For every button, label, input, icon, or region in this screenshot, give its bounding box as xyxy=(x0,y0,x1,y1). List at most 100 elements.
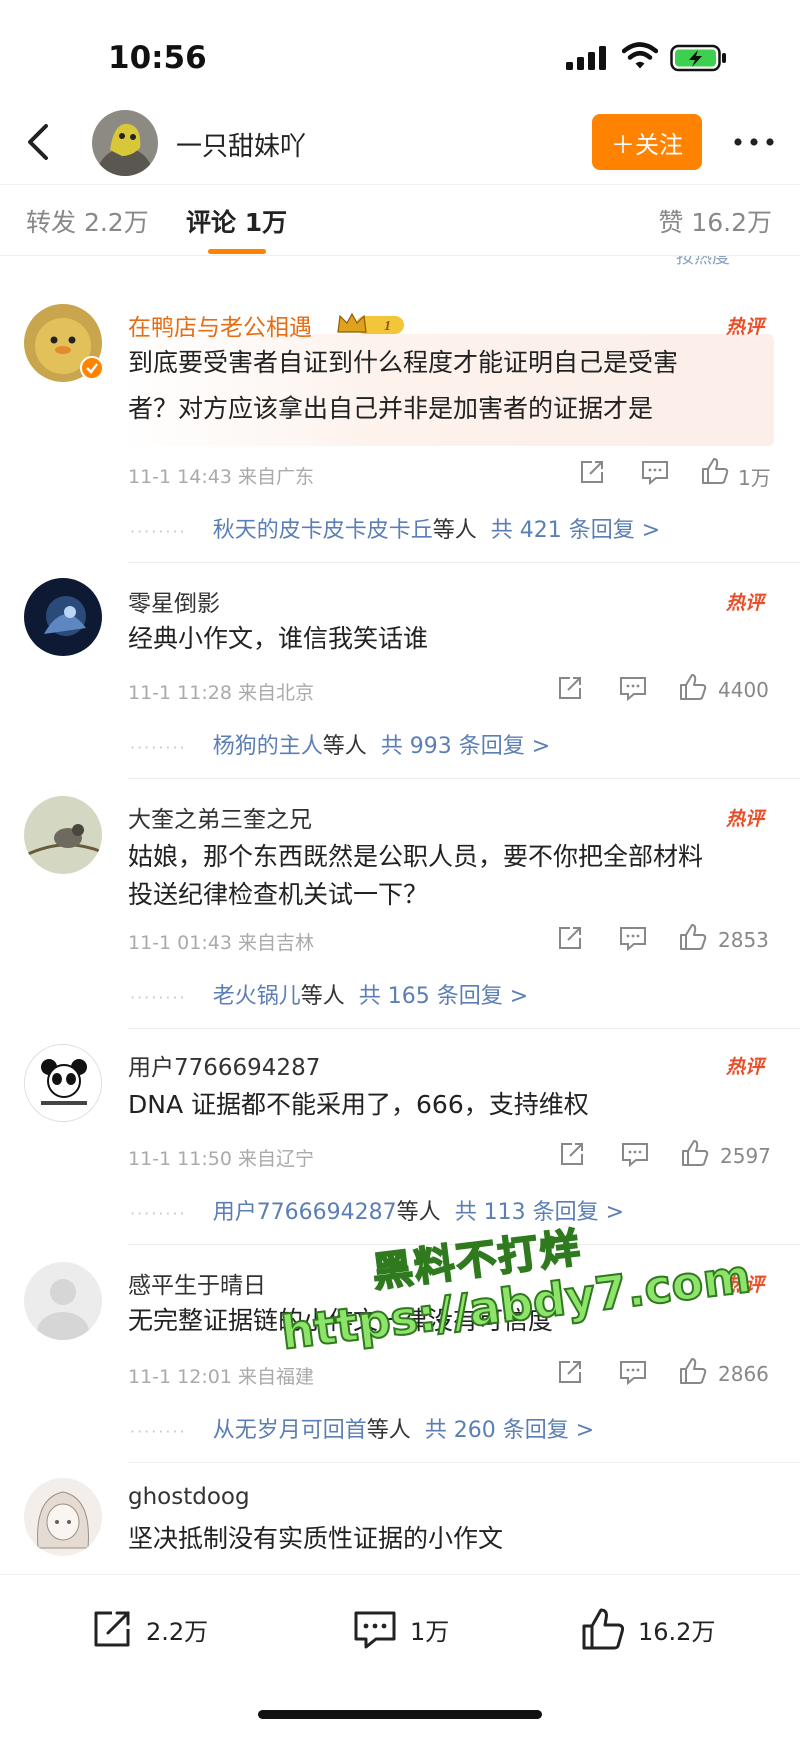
reply-user: 用户7766694287 xyxy=(212,1200,397,1225)
tab-like[interactable]: 赞 16.2万 xyxy=(658,203,772,239)
commenter-name[interactable]: 感平生于晴日 xyxy=(128,1266,266,1300)
comment-text-line: 经典小作文，谁信我笑话谁 xyxy=(128,624,429,653)
repost-icon xyxy=(94,1611,130,1647)
reply-icon[interactable] xyxy=(620,1140,650,1168)
back-arrow-icon[interactable] xyxy=(18,118,58,166)
share-icon[interactable] xyxy=(556,674,584,702)
comment-divider xyxy=(128,778,800,779)
tab-comment[interactable]: 评论 1万 xyxy=(186,203,287,239)
comment-icon xyxy=(354,1611,396,1649)
commenter-avatar[interactable] xyxy=(24,1044,102,1122)
comment-divider xyxy=(128,1244,800,1245)
like-icon[interactable] xyxy=(700,456,730,486)
share-icon[interactable] xyxy=(556,1358,584,1386)
reply-count: 共 260 条回复 > xyxy=(424,1418,595,1443)
battery-charging-icon xyxy=(670,44,726,72)
like-count: 1万 xyxy=(738,466,771,490)
home-indicator[interactable] xyxy=(258,1710,542,1719)
comment-meta: 11-1 11:28 来自北京 xyxy=(128,682,314,704)
commenter-name[interactable]: 用户7766694287 xyxy=(128,1048,320,1082)
comment-divider xyxy=(128,562,800,563)
hot-comment-tag: 热评 xyxy=(726,592,765,614)
view-replies-link[interactable]: ········ 从无岁月可回首等人 共 260 条回复 > xyxy=(130,1412,594,1444)
reply-icon[interactable] xyxy=(618,674,648,702)
reply-icon[interactable] xyxy=(640,458,670,486)
reply-suffix: 等人 xyxy=(432,518,477,543)
like-icon[interactable] xyxy=(680,1138,710,1168)
comment-text-line: 无完整证据链的小作文一律没有可信度 xyxy=(128,1306,554,1335)
reply-suffix: 等人 xyxy=(366,1418,411,1443)
reply-icon[interactable] xyxy=(618,924,648,952)
comment-meta: 11-1 01:43 来自吉林 xyxy=(128,932,314,954)
reply-count: 共 165 条回复 > xyxy=(358,984,529,1009)
comment-text-line: 者？对方应该拿出自己并非是加害者的证据才是 xyxy=(128,394,654,423)
reply-count: 共 993 条回复 > xyxy=(380,734,551,759)
hot-comment-tag: 热评 xyxy=(726,316,765,338)
commenter-name[interactable]: 在鸭店与老公相遇 xyxy=(128,308,312,342)
like-count: 2597 xyxy=(720,1144,771,1168)
interaction-tabs: 转发 2.2万 评论 1万 赞 16.2万 xyxy=(0,184,800,256)
more-options-icon[interactable] xyxy=(730,122,778,162)
commenter-name[interactable]: 大奎之弟三奎之兄 xyxy=(128,800,312,834)
watermark-overlay: 黑料不打烊 https://abdy7.com xyxy=(272,1200,754,1381)
comment-text-line: 投送纪律检查机关试一下？ xyxy=(128,880,429,909)
reply-icon[interactable] xyxy=(618,1358,648,1386)
comment-count: 1万 xyxy=(410,1617,450,1646)
like-count: 16.2万 xyxy=(638,1617,716,1646)
share-icon[interactable] xyxy=(558,1140,586,1168)
commenter-avatar[interactable] xyxy=(24,1262,102,1340)
hot-comment-tag: 热评 xyxy=(726,1274,765,1296)
reply-count: 共 421 条回复 > xyxy=(490,518,661,543)
cellular-signal-icon xyxy=(566,46,606,70)
reply-suffix: 等人 xyxy=(300,984,345,1009)
comment-text-line: DNA 证据都不能采用了，666，支持维权 xyxy=(128,1090,589,1119)
tab-repost[interactable]: 转发 2.2万 xyxy=(26,203,149,239)
sort-by-hot-link[interactable]: 按热度 xyxy=(676,256,730,268)
like-icon[interactable] xyxy=(678,672,708,702)
like-button[interactable]: 16.2万 xyxy=(580,1605,715,1653)
follow-button[interactable]: ＋关注 xyxy=(592,114,702,170)
comment-divider xyxy=(128,1028,800,1029)
active-tab-indicator xyxy=(208,249,266,254)
commenter-avatar[interactable] xyxy=(24,1478,102,1556)
hot-comment-tag: 热评 xyxy=(726,1056,765,1078)
reply-count: 共 113 条回复 > xyxy=(454,1200,625,1225)
comment-button[interactable]: 1万 xyxy=(352,1605,449,1653)
reply-suffix: 等人 xyxy=(322,734,367,759)
commenter-name[interactable]: 零星倒影 xyxy=(128,584,220,618)
commenter-name[interactable]: ghostdoog xyxy=(128,1484,250,1510)
commenter-avatar[interactable] xyxy=(24,796,102,874)
like-icon[interactable] xyxy=(678,922,708,952)
comment-meta: 11-1 12:01 来自福建 xyxy=(128,1366,314,1388)
view-replies-link[interactable]: ········ 老火锅儿等人 共 165 条回复 > xyxy=(130,978,528,1010)
like-icon[interactable] xyxy=(678,1356,708,1386)
like-count: 2853 xyxy=(718,928,769,952)
svg-text:1: 1 xyxy=(384,319,391,334)
hot-comment-tag: 热评 xyxy=(726,808,765,830)
thumbs-up-icon xyxy=(582,1608,625,1650)
comment-text-line: 坚决抵制没有实质性证据的小作文 xyxy=(128,1524,504,1553)
author-name[interactable]: 一只甜妹吖 xyxy=(176,126,306,163)
wifi-icon xyxy=(622,42,658,69)
share-icon[interactable] xyxy=(578,458,606,486)
repost-count: 2.2万 xyxy=(146,1617,209,1646)
status-time: 10:56 xyxy=(108,40,207,76)
vip-crown-badge-icon: 1 xyxy=(336,310,406,338)
repost-button[interactable]: 2.2万 xyxy=(90,1605,208,1653)
commenter-avatar[interactable] xyxy=(24,578,102,656)
like-count: 4400 xyxy=(718,678,769,702)
reply-user: 秋天的皮卡皮卡皮卡丘 xyxy=(212,518,433,543)
author-avatar[interactable] xyxy=(92,110,158,176)
comment-divider xyxy=(128,1462,800,1463)
status-bar: 10:56 xyxy=(0,0,800,100)
view-replies-link[interactable]: ········ 杨狗的主人等人 共 993 条回复 > xyxy=(130,728,550,760)
view-replies-link[interactable]: ········ 秋天的皮卡皮卡皮卡丘等人 共 421 条回复 > xyxy=(130,512,660,544)
reply-user: 老火锅儿 xyxy=(212,984,301,1009)
like-count: 2866 xyxy=(718,1362,769,1386)
share-icon[interactable] xyxy=(556,924,584,952)
watermark-text: 黑料不打烊 xyxy=(369,1224,585,1297)
view-replies-link[interactable]: ········ 用户7766694287等人 共 113 条回复 > xyxy=(130,1194,624,1226)
verified-badge-icon xyxy=(80,356,104,380)
comment-meta: 11-1 11:50 来自辽宁 xyxy=(128,1148,314,1170)
reply-suffix: 等人 xyxy=(396,1200,441,1225)
